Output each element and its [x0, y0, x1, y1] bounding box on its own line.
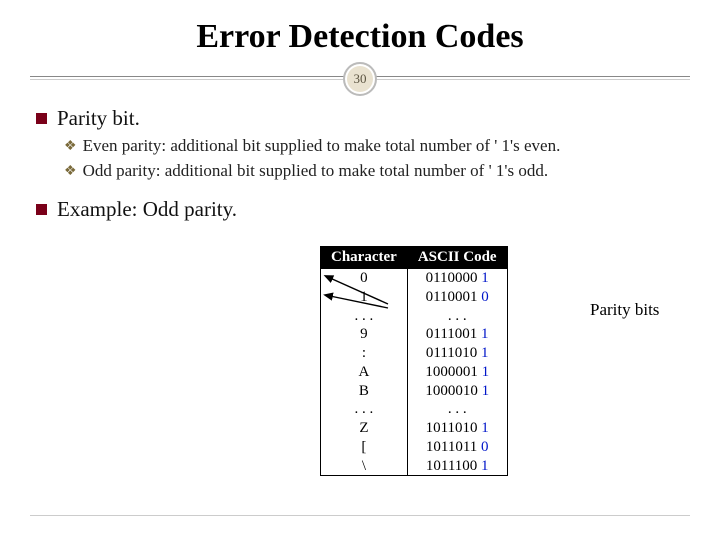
- parity-bit: 1: [481, 270, 489, 286]
- sub-bullet-even: ❖ Even parity: additional bit supplied t…: [64, 135, 684, 158]
- sub-bullets: ❖ Even parity: additional bit supplied t…: [64, 135, 684, 183]
- code-cell: 1011011 0: [407, 438, 507, 457]
- char-cell: 9: [321, 325, 408, 344]
- code-cell: 1011100 1: [407, 457, 507, 476]
- title-divider: 30: [30, 62, 690, 96]
- sub-bullet-text: Odd parity: additional bit supplied to m…: [83, 160, 549, 183]
- ascii-table-wrap: Character ASCII Code 00110000 110110001 …: [320, 246, 508, 476]
- slide-title: Error Detection Codes: [30, 18, 690, 56]
- square-bullet-icon: [36, 113, 47, 124]
- code-cell: . . .: [407, 307, 507, 326]
- parity-bit: 0: [481, 289, 489, 305]
- diamond-bullet-icon: ❖: [64, 163, 77, 180]
- parity-bit: 1: [482, 383, 490, 399]
- bullet-parity-bit: Parity bit.: [36, 106, 684, 131]
- parity-bit: 1: [481, 458, 489, 474]
- code-cell: 1000001 1: [407, 363, 507, 382]
- sub-bullet-text: Even parity: additional bit supplied to …: [83, 135, 561, 158]
- table-row: \1011100 1: [321, 457, 508, 476]
- bullet-text: Example: Odd parity.: [57, 197, 237, 222]
- char-cell: B: [321, 382, 408, 401]
- table-row: Z1011010 1: [321, 419, 508, 438]
- code-cell: 0111010 1: [407, 344, 507, 363]
- char-cell: :: [321, 344, 408, 363]
- parity-bit: 0: [481, 439, 489, 455]
- code-cell: 0110000 1: [407, 269, 507, 288]
- arrow-annotation: [320, 246, 410, 326]
- char-cell: . . .: [321, 400, 408, 419]
- table-row: A1000001 1: [321, 363, 508, 382]
- code-cell: 1000010 1: [407, 382, 507, 401]
- sub-bullet-odd: ❖ Odd parity: additional bit supplied to…: [64, 160, 684, 183]
- code-cell: 0111001 1: [407, 325, 507, 344]
- code-cell: . . .: [407, 400, 507, 419]
- diamond-bullet-icon: ❖: [64, 138, 77, 155]
- parity-bits-label: Parity bits: [590, 300, 659, 320]
- slide: Error Detection Codes 30 Parity bit. ❖ E…: [0, 0, 720, 540]
- char-cell: \: [321, 457, 408, 476]
- parity-bit: 1: [481, 345, 489, 361]
- footer-divider: [30, 515, 690, 516]
- char-cell: A: [321, 363, 408, 382]
- char-cell: Z: [321, 419, 408, 438]
- content-area: Parity bit. ❖ Even parity: additional bi…: [30, 106, 690, 222]
- parity-bit: 1: [482, 364, 490, 380]
- table-row: 90111001 1: [321, 325, 508, 344]
- table-row: B1000010 1: [321, 382, 508, 401]
- bullet-example: Example: Odd parity.: [36, 197, 684, 222]
- parity-bit: 1: [481, 420, 489, 436]
- bullet-text: Parity bit.: [57, 106, 140, 131]
- table-row: [1011011 0: [321, 438, 508, 457]
- table-row: :0111010 1: [321, 344, 508, 363]
- table-header-ascii: ASCII Code: [407, 247, 507, 269]
- code-cell: 1011010 1: [407, 419, 507, 438]
- square-bullet-icon: [36, 204, 47, 215]
- code-cell: 0110001 0: [407, 288, 507, 307]
- slide-number-badge: 30: [343, 62, 377, 96]
- parity-bit: 1: [481, 326, 489, 342]
- char-cell: [: [321, 438, 408, 457]
- table-row: . . .. . .: [321, 400, 508, 419]
